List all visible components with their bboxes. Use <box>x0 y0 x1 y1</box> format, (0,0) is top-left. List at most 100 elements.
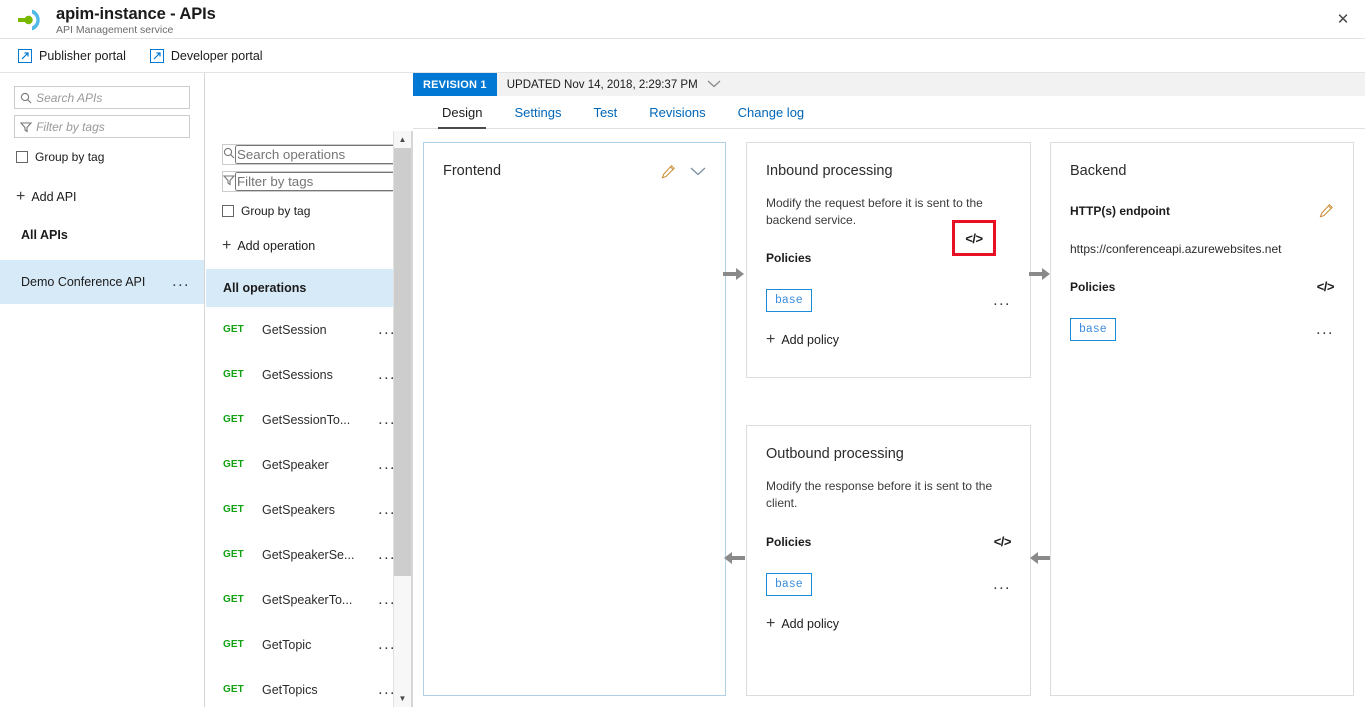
pencil-icon[interactable] <box>1319 203 1334 218</box>
inbound-add-policy-label: Add policy <box>781 333 839 347</box>
connector-arrow-right-inbound <box>723 267 745 281</box>
frontend-title: Frontend <box>443 163 501 179</box>
tab-revisions[interactable]: Revisions <box>633 105 721 128</box>
connector-arrow-right-backend <box>1029 267 1051 281</box>
tab-design[interactable]: Design <box>426 105 498 128</box>
connector-arrow-left-outbound <box>1029 551 1051 565</box>
add-operation-button[interactable]: + Add operation <box>206 218 412 253</box>
operation-row[interactable]: GETGetTopic... <box>206 622 412 667</box>
operations-filter-tags-input[interactable] <box>235 172 413 191</box>
operations-group-by-tag-row[interactable]: Group by tag <box>206 198 412 218</box>
group-by-tag-checkbox[interactable] <box>16 151 28 163</box>
operations-filter-tags-field[interactable] <box>222 171 396 192</box>
operation-row[interactable]: GETGetSpeakers... <box>206 487 412 532</box>
operation-name: GetTopics <box>262 683 378 697</box>
outbound-description: Modify the response before it is sent to… <box>766 478 998 512</box>
operations-group-by-tag-checkbox[interactable] <box>222 205 234 217</box>
operation-row[interactable]: GETGetSpeakerSe...... <box>206 532 412 577</box>
plus-icon: + <box>766 618 775 630</box>
search-operations-input[interactable] <box>235 145 413 164</box>
backend-title: Backend <box>1070 163 1334 179</box>
chevron-down-icon <box>707 80 721 90</box>
outbound-processing-panel[interactable]: Outbound processing Modify the response … <box>746 425 1031 696</box>
all-operations-item[interactable]: All operations <box>206 269 412 307</box>
operation-name: GetSessionTo... <box>262 413 378 427</box>
revision-updated-dropdown[interactable]: UPDATED Nov 14, 2018, 2:29:37 PM <box>497 79 721 91</box>
backend-policy-more-icon[interactable]: ... <box>1316 326 1334 334</box>
operation-method: GET <box>223 549 262 560</box>
scroll-down-icon[interactable]: ▼ <box>394 690 411 707</box>
operation-name: GetSession <box>262 323 378 337</box>
api-item-label: Demo Conference API <box>21 275 172 289</box>
publisher-portal-button[interactable]: Publisher portal <box>18 49 126 63</box>
operation-row[interactable]: GETGetSession... <box>206 307 412 352</box>
operation-row[interactable]: GETGetSpeaker... <box>206 442 412 487</box>
add-api-label: Add API <box>31 190 76 204</box>
inbound-policy-more-icon[interactable]: ... <box>993 297 1011 305</box>
tab-bar: DesignSettingsTestRevisionsChange log <box>413 96 1365 129</box>
outbound-title: Outbound processing <box>766 446 1011 462</box>
search-icon <box>15 92 36 104</box>
operation-method: GET <box>223 504 262 515</box>
search-apis-input[interactable] <box>36 91 189 105</box>
code-icon[interactable]: </> <box>1317 279 1334 294</box>
backend-panel[interactable]: Backend HTTP(s) endpoint https://confere… <box>1050 142 1354 696</box>
developer-portal-button[interactable]: Developer portal <box>150 49 263 63</box>
search-icon <box>223 146 235 164</box>
page-title: apim-instance - APIs <box>56 4 216 24</box>
operation-row[interactable]: GETGetSpeakerTo...... <box>206 577 412 622</box>
operation-name: GetSessions <box>262 368 378 382</box>
inbound-processing-panel[interactable]: Inbound processing Modify the request be… <box>746 142 1031 378</box>
operation-method: GET <box>223 324 262 335</box>
inbound-policy-chip-base[interactable]: base <box>766 289 812 312</box>
filter-tags-input[interactable] <box>36 120 189 134</box>
operation-method: GET <box>223 684 262 695</box>
operations-panel: Group by tag + Add operation All operati… <box>206 131 413 707</box>
outbound-policy-chip-base[interactable]: base <box>766 573 812 596</box>
add-api-button[interactable]: + Add API <box>0 164 204 204</box>
inbound-title: Inbound processing <box>766 163 1011 179</box>
outbound-policy-more-icon[interactable]: ... <box>993 581 1011 589</box>
operation-name: GetTopic <box>262 638 378 652</box>
operation-name: GetSpeakerSe... <box>262 548 378 562</box>
frontend-panel[interactable]: Frontend <box>423 142 726 696</box>
operation-method: GET <box>223 594 262 605</box>
search-operations-field[interactable] <box>222 144 396 165</box>
api-list-item-demo-conference-api[interactable]: Demo Conference API ... <box>0 260 204 304</box>
revision-bar: REVISION 1 UPDATED Nov 14, 2018, 2:29:37… <box>413 73 1365 96</box>
scrollbar-thumb[interactable] <box>394 148 411 576</box>
outbound-add-policy-button[interactable]: + Add policy <box>766 617 1011 631</box>
api-management-logo-icon <box>16 6 50 34</box>
search-apis-field[interactable] <box>14 86 190 109</box>
filter-icon <box>15 121 36 133</box>
tab-change-log[interactable]: Change log <box>722 105 821 128</box>
plus-icon: + <box>766 334 775 346</box>
outbound-policies-label: Policies <box>766 535 811 549</box>
filter-icon <box>223 173 235 191</box>
api-item-more-icon[interactable]: ... <box>172 278 190 286</box>
publisher-portal-label: Publisher portal <box>39 49 126 63</box>
scroll-up-icon[interactable]: ▲ <box>394 131 411 148</box>
group-by-tag-row[interactable]: Group by tag <box>0 144 204 164</box>
operations-list: GETGetSession...GETGetSessions...GETGetS… <box>206 307 412 707</box>
code-icon[interactable]: </> <box>965 231 982 246</box>
filter-tags-field[interactable] <box>14 115 190 138</box>
backend-policy-chip-base[interactable]: base <box>1070 318 1116 341</box>
code-icon[interactable]: </> <box>994 534 1011 549</box>
close-icon[interactable]: ✕ <box>1321 0 1365 38</box>
operation-row[interactable]: GETGetSessions... <box>206 352 412 397</box>
tab-test[interactable]: Test <box>577 105 633 128</box>
chevron-down-icon[interactable] <box>690 167 706 176</box>
pencil-icon[interactable] <box>661 164 676 179</box>
tab-settings[interactable]: Settings <box>498 105 577 128</box>
command-bar: Publisher portal Developer portal <box>0 39 1365 73</box>
operation-name: GetSpeaker <box>262 458 378 472</box>
operation-row[interactable]: GETGetSessionTo...... <box>206 397 412 442</box>
backend-policies-label: Policies <box>1070 280 1115 294</box>
all-apis-heading: All APIs <box>0 204 204 242</box>
operation-row[interactable]: GETGetTopics... <box>206 667 412 707</box>
operations-scrollbar[interactable]: ▲ ▼ <box>393 131 412 707</box>
inbound-add-policy-button[interactable]: + Add policy <box>766 333 1011 347</box>
outbound-add-policy-label: Add policy <box>781 617 839 631</box>
operation-name: GetSpeakerTo... <box>262 593 378 607</box>
